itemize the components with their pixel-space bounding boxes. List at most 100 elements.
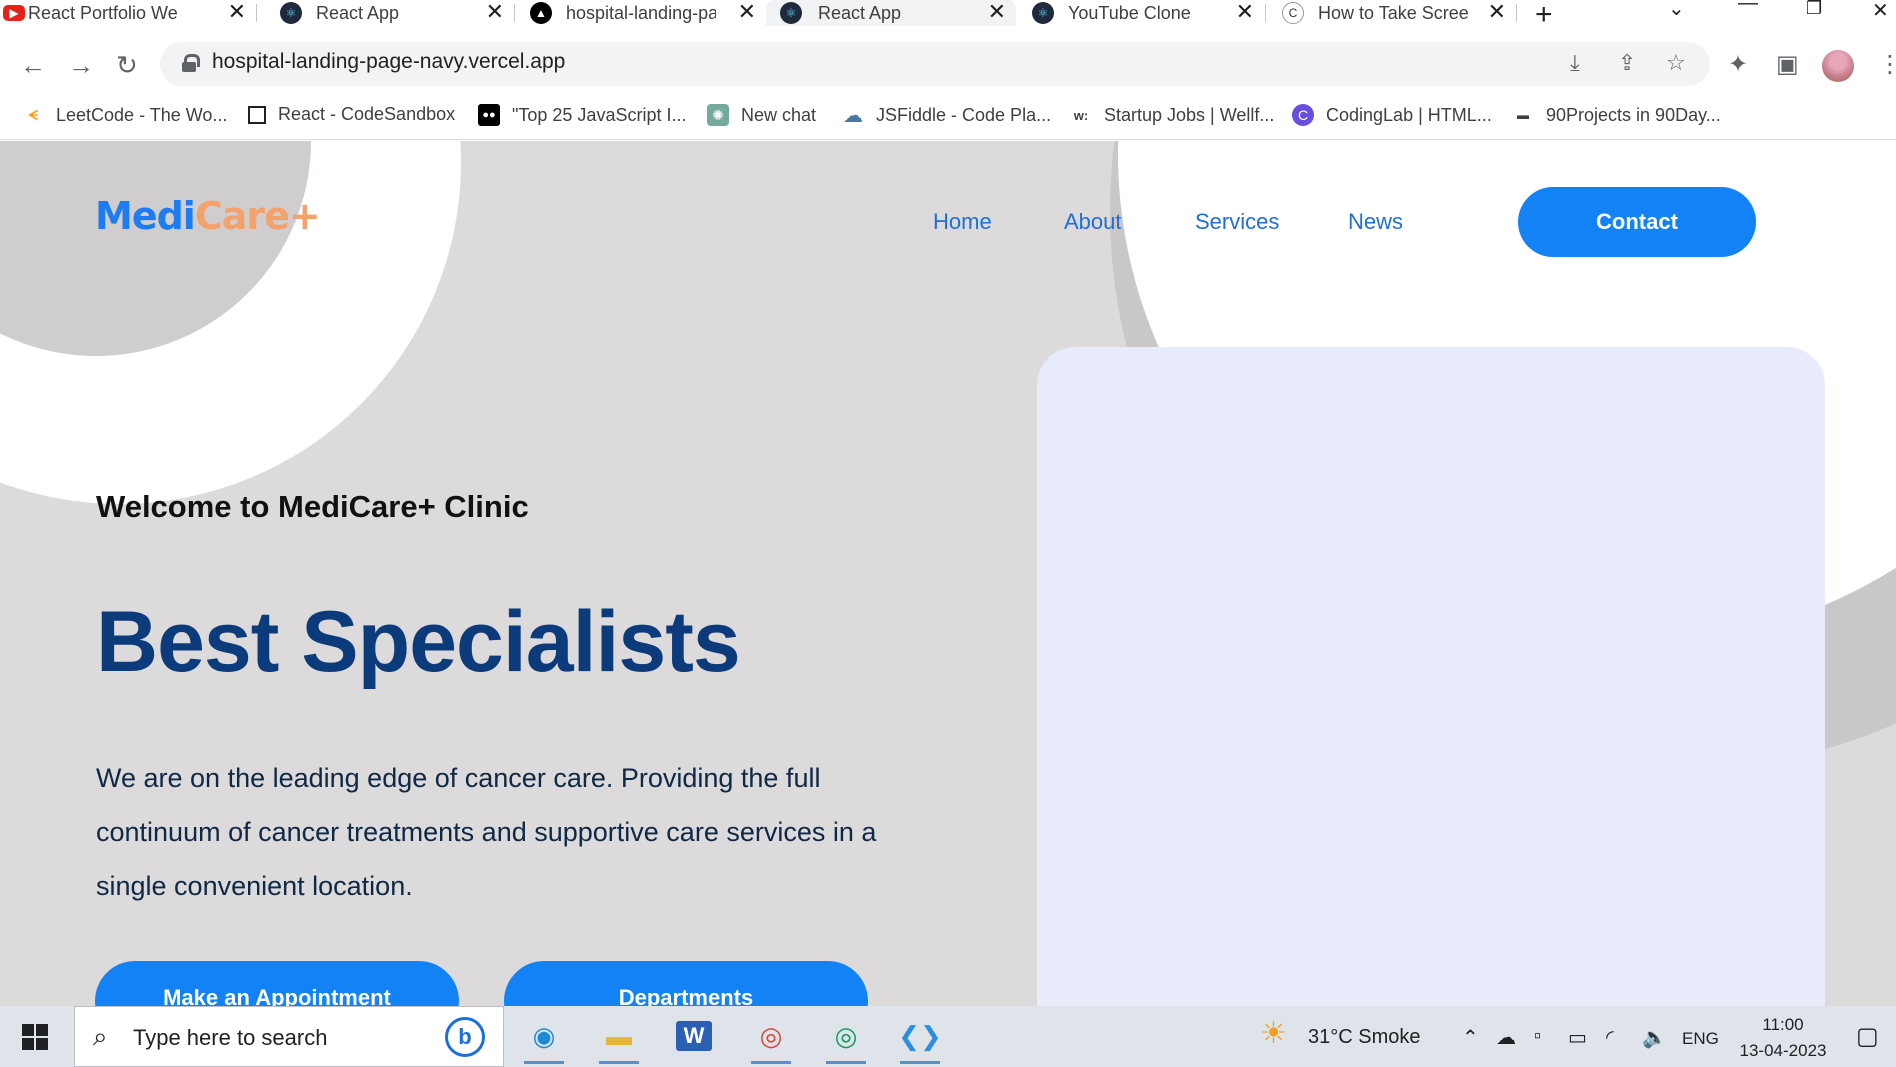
leetcode-icon: ᗕ [27, 106, 39, 123]
search-placeholder: Type here to search [133, 1025, 328, 1050]
reload-icon[interactable]: ↻ [116, 50, 138, 81]
share-icon[interactable]: ⇪ [1618, 50, 1636, 76]
close-icon[interactable]: ✕ [486, 1, 504, 23]
bookmark-label: 90Projects in 90Day... [1546, 104, 1721, 125]
react-icon: ⚛ [1032, 2, 1054, 24]
screenshot-site-icon: C [1282, 2, 1304, 24]
bookmark-label: React - CodeSandbox [278, 104, 456, 124]
bookmark-wellfound[interactable]: w: Startup Jobs | Wellf... [1070, 104, 1275, 126]
nav-home[interactable]: Home [933, 209, 992, 235]
bookmark-label: LeetCode - The Wo... [56, 104, 228, 125]
page-viewport: MediCare+ Home About Services News Conta… [0, 141, 1896, 1006]
bing-icon[interactable]: b [445, 1017, 485, 1057]
departments-button[interactable]: Departments [504, 961, 868, 1006]
windows-start-icon[interactable] [22, 1024, 48, 1050]
close-icon[interactable]: ✕ [988, 1, 1006, 23]
tab-react-app-active[interactable]: ⚛ React App ✕ [766, 0, 1016, 26]
address-bar[interactable]: hospital-landing-page-navy.vercel.app ⤓ … [160, 42, 1710, 86]
bookmark-medium[interactable]: ●● "Top 25 JavaScript I... [478, 104, 686, 126]
battery-icon[interactable]: ▭ [1568, 1025, 1587, 1050]
tab-react-app-1[interactable]: ⚛ React App ✕ [278, 0, 514, 26]
hero-image-card [1037, 347, 1825, 1006]
codinglab-icon: C [1292, 104, 1314, 126]
meet-camera-icon[interactable]: ▫ [1534, 1025, 1541, 1048]
url-text[interactable]: hospital-landing-page-navy.vercel.app [212, 50, 565, 74]
close-icon[interactable]: ✕ [1236, 1, 1254, 23]
minimize-icon[interactable]: — [1738, 0, 1758, 15]
side-panel-icon[interactable]: ▣ [1776, 50, 1799, 79]
close-icon[interactable]: ✕ [1488, 1, 1506, 23]
jsfiddle-icon: ☁ [843, 104, 863, 127]
tab-strip: ▶ React Portfolio Web ✕ ⚛ React App ✕ ▲ … [0, 0, 1896, 31]
word-icon[interactable]: W [668, 1014, 720, 1058]
install-app-icon[interactable]: ⤓ [1570, 50, 1580, 76]
close-icon[interactable]: ✕ [738, 1, 756, 23]
tab-separator [1265, 4, 1266, 22]
clock-date: 13-04-2023 [1739, 1041, 1827, 1060]
tab-search-chevron-icon[interactable]: ⌄ [1668, 0, 1685, 21]
logo-part-medi: Medi [95, 194, 196, 238]
weather-icon[interactable]: ☀ [1260, 1016, 1287, 1051]
restore-icon[interactable]: ❐ [1806, 0, 1822, 19]
notifications-icon[interactable]: ▢ [1856, 1022, 1879, 1051]
hero-description: We are on the leading edge of cancer car… [96, 763, 877, 901]
show-hidden-icons-chevron-icon[interactable]: ⌃ [1462, 1025, 1479, 1050]
bookmark-label: CodingLab | HTML... [1326, 104, 1492, 125]
tab-youtube-clone[interactable]: ⚛ YouTube Clone ✕ [1018, 0, 1264, 26]
tab-separator [514, 4, 515, 22]
volume-icon[interactable]: 🔈 [1642, 1025, 1667, 1050]
bookmark-label: Startup Jobs | Wellf... [1104, 104, 1275, 125]
tab-title: React App [818, 2, 902, 23]
extensions-puzzle-icon[interactable]: ✦ [1728, 50, 1748, 79]
lock-icon[interactable] [182, 54, 200, 72]
medium-icon: ●● [478, 104, 500, 126]
wellfound-icon: w: [1073, 107, 1089, 123]
nav-news[interactable]: News [1348, 209, 1403, 235]
onedrive-cloud-icon[interactable]: ☁ [1496, 1025, 1516, 1050]
tab-title: YouTube Clone [1068, 2, 1191, 23]
tab-title: How to Take Screer [1318, 2, 1468, 23]
make-appointment-button[interactable]: Make an Appointment [95, 961, 459, 1006]
react-icon: ⚛ [280, 2, 302, 24]
taskbar-search[interactable]: ⌕ Type here to search b [74, 1006, 504, 1067]
nav-about[interactable]: About [1064, 209, 1122, 235]
forward-arrow-icon[interactable]: → [68, 50, 94, 81]
logo-part-care: Care+ [194, 194, 321, 238]
codesandbox-icon [248, 105, 266, 124]
chatgpt-icon: ✺ [707, 104, 729, 126]
chrome-profile-icon[interactable]: ◎ [820, 1014, 872, 1064]
contact-button[interactable]: Contact [1518, 187, 1756, 257]
welcome-heading: Welcome to MediCare+ Clinic [96, 489, 529, 524]
back-arrow-icon[interactable]: ← [20, 50, 46, 81]
bookmark-codinglab[interactable]: C CodingLab | HTML... [1292, 104, 1492, 126]
clock-time: 11:00 [1762, 1015, 1804, 1034]
close-icon[interactable]: ✕ [228, 1, 246, 23]
bookmark-90projects[interactable]: ▬ 90Projects in 90Day... [1512, 104, 1721, 126]
bookmark-star-icon[interactable]: ☆ [1666, 50, 1686, 76]
site-logo[interactable]: MediCare+ [95, 194, 321, 238]
wifi-icon[interactable]: ◜ [1606, 1025, 1614, 1050]
language-indicator[interactable]: ENG [1682, 1029, 1719, 1049]
bookmark-codesandbox[interactable]: React - CodeSandbox [248, 104, 455, 125]
react-icon: ⚛ [780, 2, 802, 24]
tab-react-portfolio[interactable]: ▶ React Portfolio Web ✕ [0, 0, 256, 26]
nav-services[interactable]: Services [1195, 209, 1279, 235]
edge-icon[interactable]: ◉ [518, 1014, 570, 1064]
tab-hospital-landing[interactable]: ▲ hospital-landing-pa ✕ [528, 0, 766, 26]
tab-title: hospital-landing-pa [566, 2, 716, 23]
chrome-icon[interactable]: ◎ [745, 1014, 797, 1064]
weather-text[interactable]: 31°C Smoke [1308, 1026, 1421, 1049]
file-explorer-icon[interactable]: ▬ [593, 1014, 645, 1064]
bookmark-new-chat[interactable]: ✺ New chat [707, 104, 816, 126]
browser-menu-icon[interactable]: ⋮ [1878, 50, 1896, 79]
tab-how-to-screenshot[interactable]: C How to Take Screer ✕ [1280, 0, 1516, 26]
vscode-icon[interactable]: ❮❯ [894, 1014, 946, 1064]
window-close-icon[interactable]: ✕ [1872, 0, 1889, 23]
vercel-icon: ▲ [530, 2, 552, 24]
bookmark-leetcode[interactable]: ᗕ LeetCode - The Wo... [22, 104, 228, 126]
bookmark-jsfiddle[interactable]: ☁ JSFiddle - Code Pla... [842, 104, 1052, 127]
youtube-icon: ▶ [3, 5, 25, 21]
taskbar-clock[interactable]: 11:00 13-04-2023 [1728, 1012, 1838, 1064]
profile-avatar[interactable] [1822, 50, 1854, 82]
bookmark-label: JSFiddle - Code Pla... [876, 104, 1052, 125]
